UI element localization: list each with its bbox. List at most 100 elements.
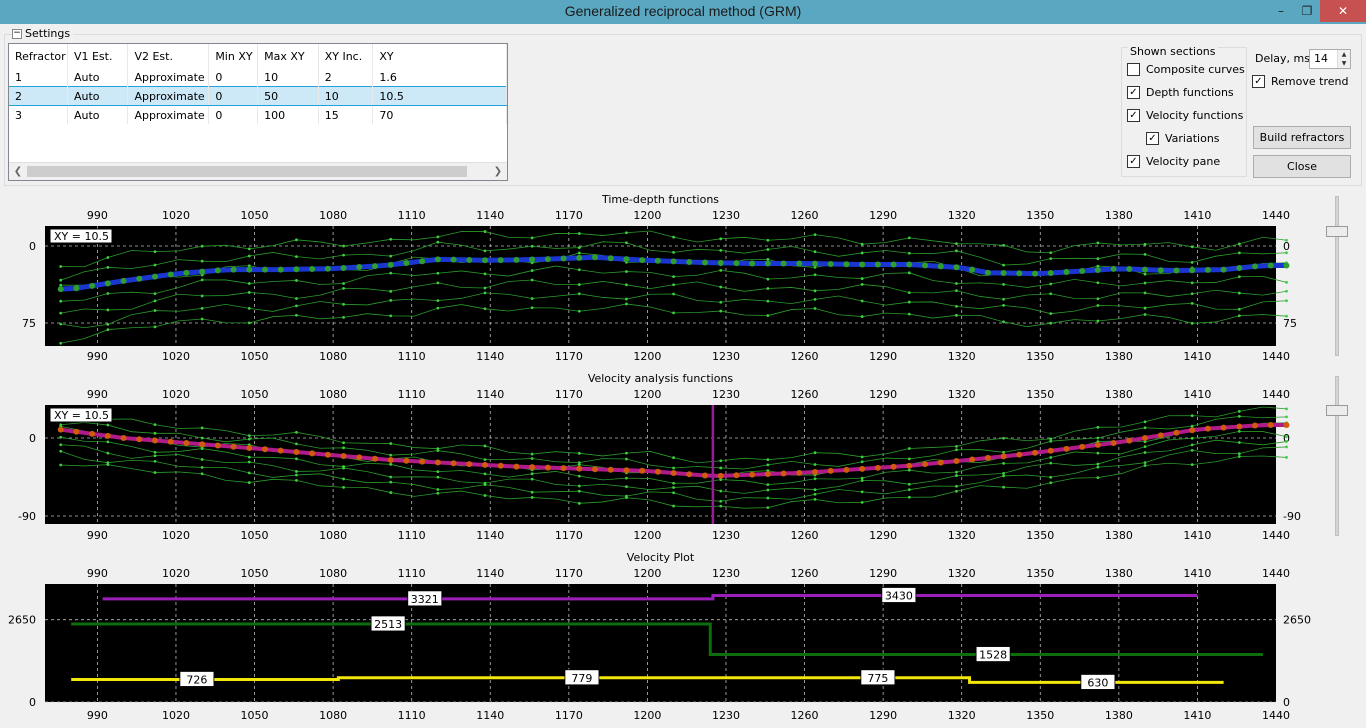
main-function-point	[246, 444, 253, 451]
main-function-point	[434, 459, 441, 466]
x-tick-label: 1230	[712, 388, 740, 401]
x-tick-label: 1110	[398, 350, 426, 363]
variation-point	[247, 291, 251, 294]
variation-point	[295, 279, 298, 282]
depth-vertical-slider[interactable]	[1326, 196, 1348, 356]
variation-point	[1002, 450, 1006, 454]
variation-point	[1143, 464, 1147, 467]
x-tick-label: 1260	[791, 209, 819, 222]
x-tick-label: 1230	[712, 529, 740, 542]
variation-point	[483, 458, 487, 461]
main-function-point	[1204, 266, 1211, 273]
variation-point	[907, 312, 911, 316]
slider-thumb[interactable]	[1326, 226, 1348, 237]
variation-point	[1190, 443, 1194, 447]
main-function-point	[356, 454, 363, 461]
variation-point	[436, 299, 440, 303]
main-function-point	[702, 472, 709, 479]
variation-point	[1190, 414, 1194, 418]
variation-point	[766, 287, 770, 290]
variation-point	[1049, 257, 1053, 260]
variation-point	[1049, 292, 1053, 296]
variation-point	[719, 285, 723, 289]
variation-point	[1285, 314, 1288, 318]
variation-point	[436, 488, 440, 491]
variation-point	[955, 470, 958, 474]
main-function-point	[953, 458, 960, 465]
variation-point	[1237, 455, 1241, 458]
variation-point	[247, 321, 251, 325]
variation-point	[247, 282, 251, 285]
x-tick-label: 1290	[869, 388, 897, 401]
main-function-point	[513, 256, 520, 263]
main-function-point	[1220, 266, 1227, 273]
variation-point	[389, 271, 393, 275]
variation-point	[106, 328, 110, 332]
x-tick-label: 1410	[1183, 709, 1211, 722]
main-function-point	[953, 264, 960, 271]
variation-point	[672, 456, 675, 460]
variation-point	[672, 311, 675, 315]
variation-point	[200, 447, 204, 450]
variation-point	[1285, 445, 1288, 449]
variation-point	[389, 299, 393, 302]
main-function-point	[293, 449, 300, 456]
variation-point	[1190, 260, 1194, 264]
variation-point	[436, 271, 440, 275]
variation-point	[59, 322, 63, 326]
variation-point	[247, 434, 251, 438]
variation-point	[200, 426, 204, 430]
main-function-point	[1252, 263, 1259, 270]
variation-point	[1237, 441, 1241, 444]
main-function-point	[73, 428, 80, 435]
variation-point	[1002, 304, 1006, 307]
variation-point	[106, 463, 110, 467]
variation-point	[1285, 435, 1288, 439]
x-tick-label: 1350	[1026, 388, 1054, 401]
x-tick-label: 1230	[712, 209, 740, 222]
main-function-point	[1267, 422, 1274, 428]
variation-point	[59, 299, 63, 303]
main-function-point	[1126, 437, 1133, 444]
variation-point	[813, 492, 817, 496]
variation-point	[295, 304, 298, 308]
x-tick-label: 1410	[1183, 567, 1211, 580]
variation-point	[672, 481, 675, 485]
slider-thumb[interactable]	[1326, 405, 1348, 416]
variation-point	[1237, 429, 1241, 433]
variation-point	[672, 486, 675, 489]
variation-point	[1285, 251, 1288, 255]
main-function-point	[419, 258, 426, 265]
variation-point	[1002, 320, 1006, 324]
x-tick-label: 1200	[633, 209, 661, 222]
variation-point	[436, 449, 440, 452]
main-function-point	[450, 256, 457, 263]
main-function-point	[764, 260, 771, 267]
variation-point	[342, 302, 345, 306]
main-function-point	[403, 457, 410, 464]
variation-point	[200, 244, 204, 248]
variation-point	[860, 315, 864, 318]
velocity-label: 3321	[411, 593, 439, 606]
velocity-label: 630	[1087, 676, 1108, 689]
variation-point	[1096, 425, 1100, 429]
x-tick-label: 1260	[791, 350, 819, 363]
main-function-point	[104, 432, 111, 439]
velocity-vertical-slider[interactable]	[1326, 376, 1348, 536]
main-function-point	[874, 464, 881, 471]
variation-point	[1096, 281, 1100, 285]
slider-track	[1335, 376, 1339, 536]
x-tick-label: 1200	[633, 567, 661, 580]
variation-point	[153, 454, 157, 458]
x-tick-label: 1110	[398, 388, 426, 401]
variation-point	[1190, 463, 1194, 467]
variation-point	[625, 297, 628, 301]
variation-point	[907, 457, 911, 461]
main-function-point	[340, 264, 347, 271]
variation-point	[860, 242, 864, 246]
main-function-point	[1094, 441, 1101, 448]
variation-point	[1002, 436, 1006, 440]
x-tick-label: 1200	[633, 388, 661, 401]
variation-point	[1049, 475, 1053, 479]
variation-point	[1190, 292, 1194, 296]
